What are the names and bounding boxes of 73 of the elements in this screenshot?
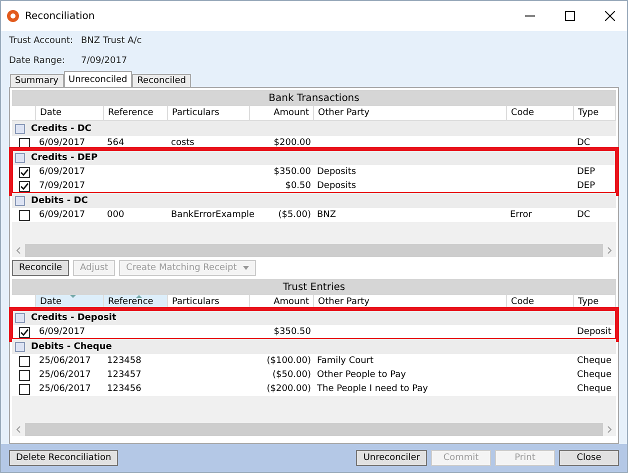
table-cell-text: Deposits [316, 181, 358, 191]
checkbox[interactable] [19, 356, 30, 366]
table-cell-text: 123456 [106, 384, 142, 394]
scrollbar-thumb[interactable] [25, 423, 603, 436]
group-label: Debits - Cheque [31, 342, 112, 352]
table-cell-text: 123458 [106, 356, 142, 366]
group-checkbox[interactable] [15, 312, 25, 322]
group-checkbox[interactable] [15, 124, 25, 134]
table-cell-text: 6/09/2017 [38, 327, 86, 337]
table-cell-text: 6/09/2017 [38, 210, 86, 220]
field-label: Date Range: [9, 56, 66, 66]
footer-button[interactable]: Unreconciler [356, 450, 427, 466]
window-title: Reconciliation [25, 10, 96, 22]
checkbox[interactable] [19, 166, 30, 178]
checkbox[interactable] [19, 138, 30, 148]
table-cell-text: Cheque [576, 356, 612, 366]
table-cell-text: ($100.00) [266, 356, 312, 366]
table-cell-text: 25/06/2017 [38, 356, 92, 366]
table-cell-text: 564 [106, 138, 126, 148]
group-label: Debits - DC [31, 196, 88, 206]
table-cell-text: $350.50 [272, 327, 312, 337]
section-title: Trust Entries [282, 282, 346, 292]
checkbox[interactable] [19, 326, 30, 338]
scrollbar-thumb[interactable] [25, 244, 603, 257]
table-cell-text: 000 [106, 210, 126, 220]
checkbox[interactable] [19, 210, 30, 220]
table-cell-text: Other People to Pay [316, 370, 407, 380]
table-cell-text: Cheque [576, 384, 612, 394]
table-cell-text: Deposit [576, 327, 612, 337]
table-cell-text: 6/09/2017 [38, 167, 86, 177]
field-value: 7/09/2017 [81, 56, 128, 66]
table-cell-text: $0.50 [284, 181, 312, 191]
field-value: BNZ Trust A/c [81, 36, 142, 46]
table-cell-text: The People I need to Pay [316, 384, 429, 394]
table-cell-text: 25/06/2017 [38, 384, 92, 394]
table-cell-text: ($200.00) [266, 384, 312, 394]
tab[interactable]: Reconciled [132, 74, 191, 87]
group-label: Credits - Deposit [31, 312, 116, 322]
footer-button[interactable]: Close [559, 450, 619, 466]
table-cell-text: 6/09/2017 [38, 138, 86, 148]
table-cell-text: $200.00 [272, 138, 312, 148]
footer-button[interactable]: Delete Reconciliation [9, 450, 118, 466]
table-cell-text: Family Court [316, 356, 375, 366]
table-cell-text: Deposits [316, 167, 358, 177]
table-cell-text: DEP [576, 167, 596, 177]
table-cell-text: DC [576, 138, 592, 148]
group-checkbox[interactable] [15, 342, 25, 352]
group-checkbox[interactable] [15, 152, 25, 162]
table-cell-text: Error [509, 210, 533, 220]
table-cell-text: BNZ [316, 210, 338, 220]
tab[interactable]: Summary [10, 74, 64, 87]
table-cell-text: DEP [576, 181, 596, 191]
table-cell-text: 25/06/2017 [38, 370, 92, 380]
maximize-icon[interactable] [565, 11, 575, 21]
tab[interactable]: Unreconciled [64, 71, 132, 87]
checkbox[interactable] [19, 384, 30, 394]
checkbox[interactable] [19, 180, 30, 192]
group-checkbox[interactable] [15, 196, 25, 206]
section-title: Bank Transactions [268, 92, 360, 104]
table-cell-text: costs [170, 138, 196, 148]
table-cell-text: 123457 [106, 370, 142, 380]
app-icon [7, 10, 19, 22]
field-label: Trust Account: [9, 36, 74, 46]
table-cell-text: ($50.00) [271, 370, 312, 380]
checkbox[interactable] [19, 370, 30, 380]
table-cell-text: 7/09/2017 [38, 181, 86, 191]
table-cell-text: $350.00 [272, 167, 312, 177]
table-cell-text: DC [576, 210, 592, 220]
close-icon[interactable] [605, 11, 615, 21]
action-button[interactable]: Reconcile [12, 260, 70, 276]
table-cell-text: Cheque [576, 370, 612, 380]
group-label: Credits - DEP [31, 152, 98, 162]
group-label: Credits - DC [31, 124, 92, 134]
